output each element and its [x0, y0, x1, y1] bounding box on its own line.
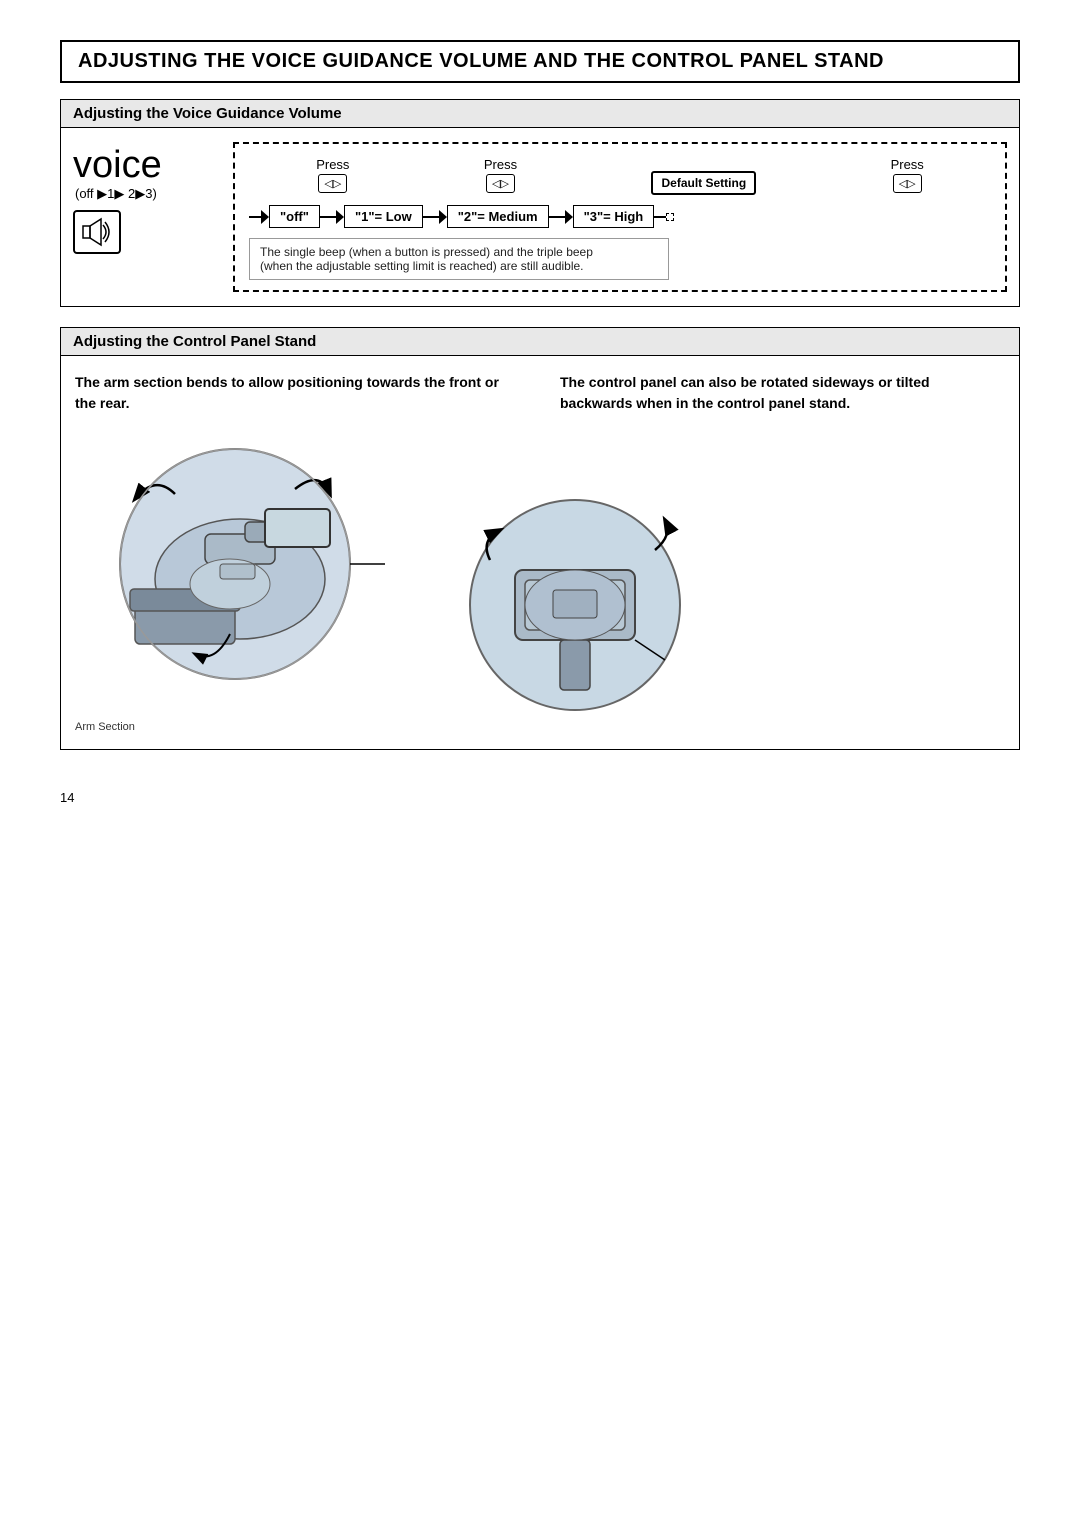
steps-sequence-row: "off" "1"= Low "2"= Medium — [249, 205, 991, 228]
step-1-low: "1"= Low — [344, 205, 423, 228]
voice-word: voice — [73, 146, 233, 184]
voice-left-panel: voice (off ▶1▶ 2▶3) — [73, 142, 233, 254]
press-btn-3: ◁▷ — [893, 174, 922, 193]
voice-icon-box — [73, 210, 121, 254]
press-group-default: Default Setting — [651, 154, 756, 195]
voice-sequence: (off ▶1▶ 2▶3) — [75, 186, 233, 202]
press-label-2: Press — [484, 157, 517, 172]
btn-icon-1: ◁▷ — [324, 177, 341, 190]
control-panel-section: Adjusting the Control Panel Stand The ar… — [60, 327, 1020, 750]
press-group-1: Press ◁▷ — [316, 157, 349, 193]
press-group-2: Press ◁▷ — [484, 157, 517, 193]
two-col-text: The arm section bends to allow positioni… — [75, 372, 1005, 414]
page-number: 14 — [60, 790, 1020, 805]
note-box: The single beep (when a button is presse… — [249, 238, 669, 280]
btn-icon-2: ◁▷ — [492, 177, 509, 190]
step-3-high: "3"= High — [573, 205, 655, 228]
speaker-icon — [81, 217, 113, 247]
press-label-default — [702, 154, 706, 169]
voice-guidance-header: Adjusting the Voice Guidance Volume — [61, 100, 1019, 128]
arm-diagram-svg — [75, 434, 395, 714]
default-setting-btn: Default Setting — [651, 171, 756, 195]
step-off: "off" — [269, 205, 320, 228]
arm-section-label: Arm Section — [75, 721, 395, 733]
step-2-medium: "2"= Medium — [447, 205, 549, 228]
control-panel-content: The arm section bends to allow positioni… — [61, 356, 1019, 749]
press-btn-1: ◁▷ — [318, 174, 347, 193]
diagram-left: Arm Section — [75, 434, 395, 733]
diagram-right — [435, 490, 715, 733]
voice-right-panel: Press ◁▷ Press ◁▷ — [233, 142, 1007, 292]
control-panel-header: Adjusting the Control Panel Stand — [61, 328, 1019, 356]
voice-guidance-inner: voice (off ▶1▶ 2▶3) — [73, 142, 1007, 292]
main-title-box: ADJUSTING THE VOICE GUIDANCE VOLUME AND … — [60, 40, 1020, 83]
diagrams-row: Arm Section — [75, 434, 1005, 733]
voice-guidance-section: Adjusting the Voice Guidance Volume voic… — [60, 99, 1020, 307]
col-text-right: The control panel can also be rotated si… — [560, 372, 1005, 414]
press-btn-2: ◁▷ — [486, 174, 515, 193]
press-label-1: Press — [316, 157, 349, 172]
press-row: Press ◁▷ Press ◁▷ — [249, 154, 991, 195]
press-label-3: Press — [891, 157, 924, 172]
rotation-diagram-svg — [435, 490, 715, 730]
col-text-left: The arm section bends to allow positioni… — [75, 372, 520, 414]
voice-guidance-content: voice (off ▶1▶ 2▶3) — [61, 128, 1019, 306]
main-title: ADJUSTING THE VOICE GUIDANCE VOLUME AND … — [78, 50, 884, 72]
note-text: The single beep (when a button is presse… — [260, 245, 593, 273]
press-group-3: Press ◁▷ — [891, 157, 924, 193]
btn-icon-3: ◁▷ — [899, 177, 916, 190]
